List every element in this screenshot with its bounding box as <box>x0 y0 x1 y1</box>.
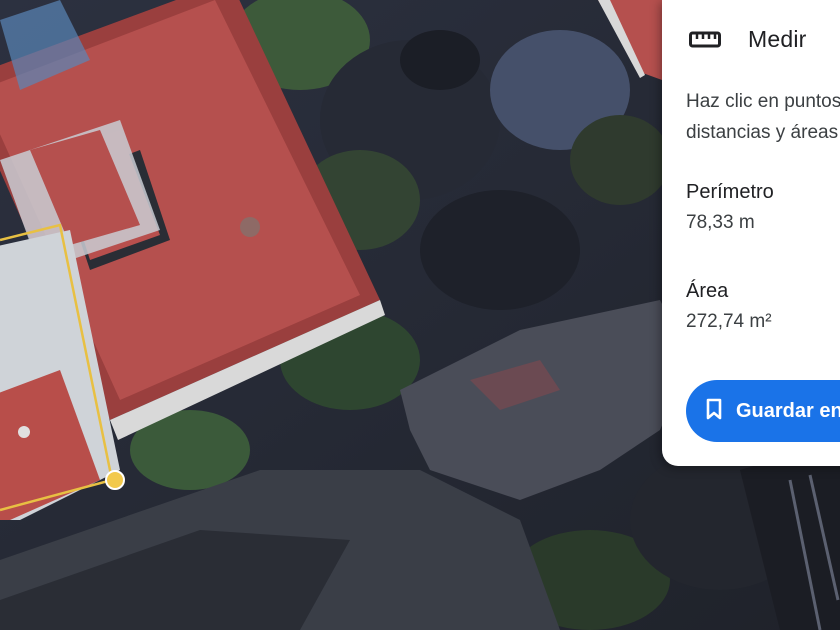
map-viewport[interactable]: Medir Haz clic en puntos para medir dist… <box>0 0 840 630</box>
panel-header: Medir <box>688 22 807 56</box>
measure-instructions: Haz clic en puntos para medir distancias… <box>686 91 840 143</box>
perimeter-label: Perímetro <box>686 181 774 203</box>
bookmark-icon <box>706 398 722 425</box>
panel-title: Medir <box>748 25 807 52</box>
save-to-project-button[interactable]: Guardar en proyecto <box>686 380 840 442</box>
ruler-icon <box>688 22 722 56</box>
area-value: 272,74 m² <box>686 311 772 332</box>
save-button-label: Guardar en proyecto <box>736 399 840 422</box>
perimeter-value: 78,33 m <box>686 212 755 233</box>
measure-panel: Medir Haz clic en puntos para medir dist… <box>662 0 840 466</box>
area-label: Área <box>686 280 729 302</box>
